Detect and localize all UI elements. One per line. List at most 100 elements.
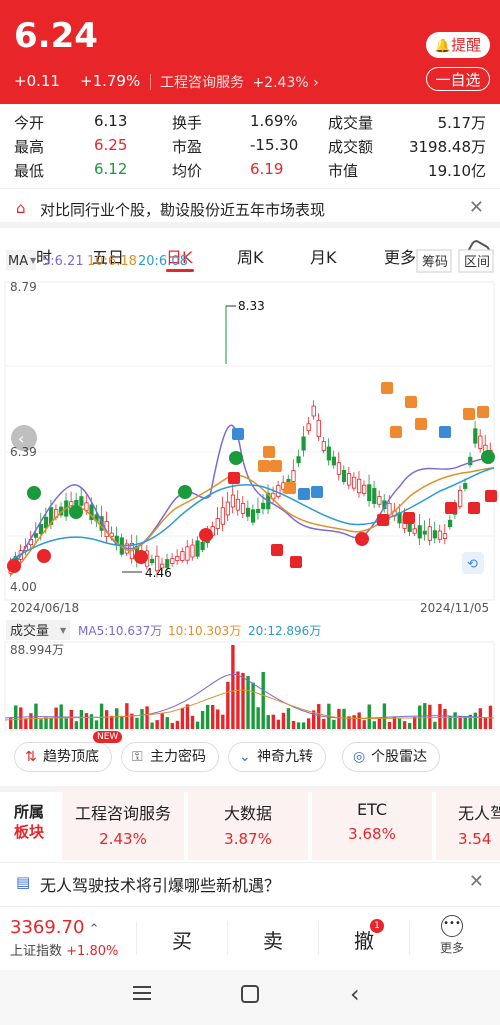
sector-name: 大数据 — [223, 804, 272, 823]
volume-bar — [19, 707, 23, 729]
index-pct: +1.80% — [66, 944, 119, 959]
ma10-value: 10:6.18 — [87, 254, 137, 269]
buy-b-marker — [485, 490, 497, 502]
candle — [245, 507, 251, 517]
price-change: +0.11 — [14, 72, 60, 90]
volume-bar — [69, 709, 73, 729]
sector-item[interactable]: 工程咨询服务 2.43% — [62, 790, 184, 860]
volume-bar — [79, 710, 84, 729]
buy-button[interactable]: 买 — [172, 925, 192, 954]
stat-value: 6.13 — [94, 112, 128, 130]
stat-value: 5.17万 — [437, 114, 486, 132]
volume-bar — [478, 708, 483, 729]
index-ticker[interactable]: 3369.70 ⌃ 上证指数 +1.80% — [10, 917, 118, 959]
candle — [180, 551, 185, 561]
sector-item[interactable]: ETC 3.68% — [312, 790, 432, 860]
candle — [170, 558, 175, 564]
notice-icon: ⌂ — [16, 199, 26, 217]
bottom-marker — [355, 532, 369, 546]
sell-button[interactable]: 卖 — [263, 925, 283, 954]
t-marker — [405, 396, 417, 408]
stat-label: 今开 — [14, 114, 45, 132]
volume-bar — [382, 703, 387, 729]
t-marker — [463, 408, 475, 420]
sector-pct: 3.87% — [224, 830, 272, 848]
kline-chart[interactable]: MA ▼ 5:6.21 10:6.18 20:6.08 筹码 区间 8.79 6… — [0, 246, 500, 736]
volume-selector[interactable]: 成交量 — [10, 623, 49, 639]
alert-button[interactable]: 🔔提醒 — [426, 32, 490, 58]
volume-bar — [205, 704, 210, 729]
candle — [372, 488, 377, 504]
candle — [412, 528, 417, 534]
chip-button[interactable]: 筹码 — [422, 254, 448, 270]
stat-value: 6.25 — [94, 136, 128, 154]
main-force-button[interactable]: ⚿ 主力密码 — [121, 742, 219, 772]
key-icon: ⚿ — [132, 749, 143, 765]
trend-top-bottom-button[interactable]: ⇅ 趋势顶底 NEW — [14, 731, 123, 772]
volume-bar — [322, 718, 326, 729]
news-bar[interactable]: ▤ 无人驾驶技术将引爆哪些新机遇？ ✕ — [0, 862, 500, 902]
volume-bar — [291, 720, 296, 729]
sector-pct: 2.43% — [99, 830, 147, 848]
divider — [150, 74, 151, 90]
sector-name: 无人驾 — [458, 804, 500, 823]
candle — [463, 483, 468, 489]
stat-value: 6.19 — [250, 160, 284, 178]
volume-bar — [241, 672, 245, 729]
notice-bar[interactable]: ⌂ 对比同行业个股，勘设股份近五年市场表现 ✕ — [0, 188, 500, 228]
volume-bar — [195, 721, 200, 729]
t-marker — [263, 446, 275, 458]
volume-bar — [246, 676, 250, 729]
candle — [256, 508, 261, 514]
chevron-right-icon: › — [313, 75, 319, 91]
volume-bar — [301, 722, 306, 729]
volume-bar — [362, 720, 366, 729]
candle — [442, 533, 448, 539]
volume-bar — [342, 708, 346, 729]
home-icon[interactable] — [241, 985, 259, 1003]
close-icon[interactable]: ✕ — [469, 197, 484, 218]
back-icon[interactable]: ‹ — [350, 980, 360, 1008]
volume-bar — [332, 719, 336, 729]
candle — [316, 419, 321, 438]
candle — [357, 478, 362, 494]
stat-label: 市值 — [328, 162, 359, 180]
industry-pct: +2.43% — [252, 75, 309, 91]
volume-bar — [453, 712, 457, 729]
chevron-up-icon: ⌃ — [84, 922, 100, 937]
watchlist-button[interactable]: 一自选 — [426, 67, 490, 91]
cancel-order-button[interactable]: 撤 1 — [354, 919, 384, 954]
bottom-marker — [7, 559, 21, 573]
sector-item[interactable]: 大数据 3.87% — [188, 790, 308, 860]
industry-link[interactable]: 工程咨询服务 +2.43% › — [160, 72, 319, 92]
candle — [321, 441, 326, 451]
candle — [200, 541, 205, 551]
volume-bar — [94, 720, 99, 729]
volume-bar — [84, 713, 89, 729]
candle — [149, 558, 155, 564]
volume-bar — [150, 722, 154, 729]
signal-markers — [7, 382, 497, 573]
volume-bar — [190, 715, 195, 729]
buy-b-marker — [403, 512, 415, 524]
volume-bar — [200, 710, 205, 729]
more-button[interactable]: ••• 更多 — [440, 915, 464, 956]
sector-item[interactable]: 无人驾 3.54 — [436, 790, 500, 860]
bottom-marker — [37, 549, 51, 563]
sector-pct: 3.54 — [458, 830, 492, 848]
stock-radar-button[interactable]: ◎ 个股雷达 — [342, 742, 440, 772]
candle — [175, 555, 180, 562]
magic-nine-button[interactable]: ⌄ 神奇九转 — [228, 742, 326, 772]
stat-value: 1.69% — [250, 112, 298, 130]
range-button[interactable]: 区间 — [464, 255, 490, 270]
ma-selector[interactable]: MA — [8, 254, 28, 269]
sector-name: 工程咨询服务 — [74, 804, 171, 823]
candle — [437, 530, 443, 540]
cancel-label: 撤 — [354, 929, 374, 953]
candle — [422, 530, 427, 535]
close-icon[interactable]: ✕ — [469, 871, 484, 892]
candle — [190, 544, 195, 558]
more-icon: ••• — [441, 915, 463, 937]
stat-value: -15.30 — [250, 136, 299, 154]
stock-radar-label: 个股雷达 — [371, 749, 427, 765]
